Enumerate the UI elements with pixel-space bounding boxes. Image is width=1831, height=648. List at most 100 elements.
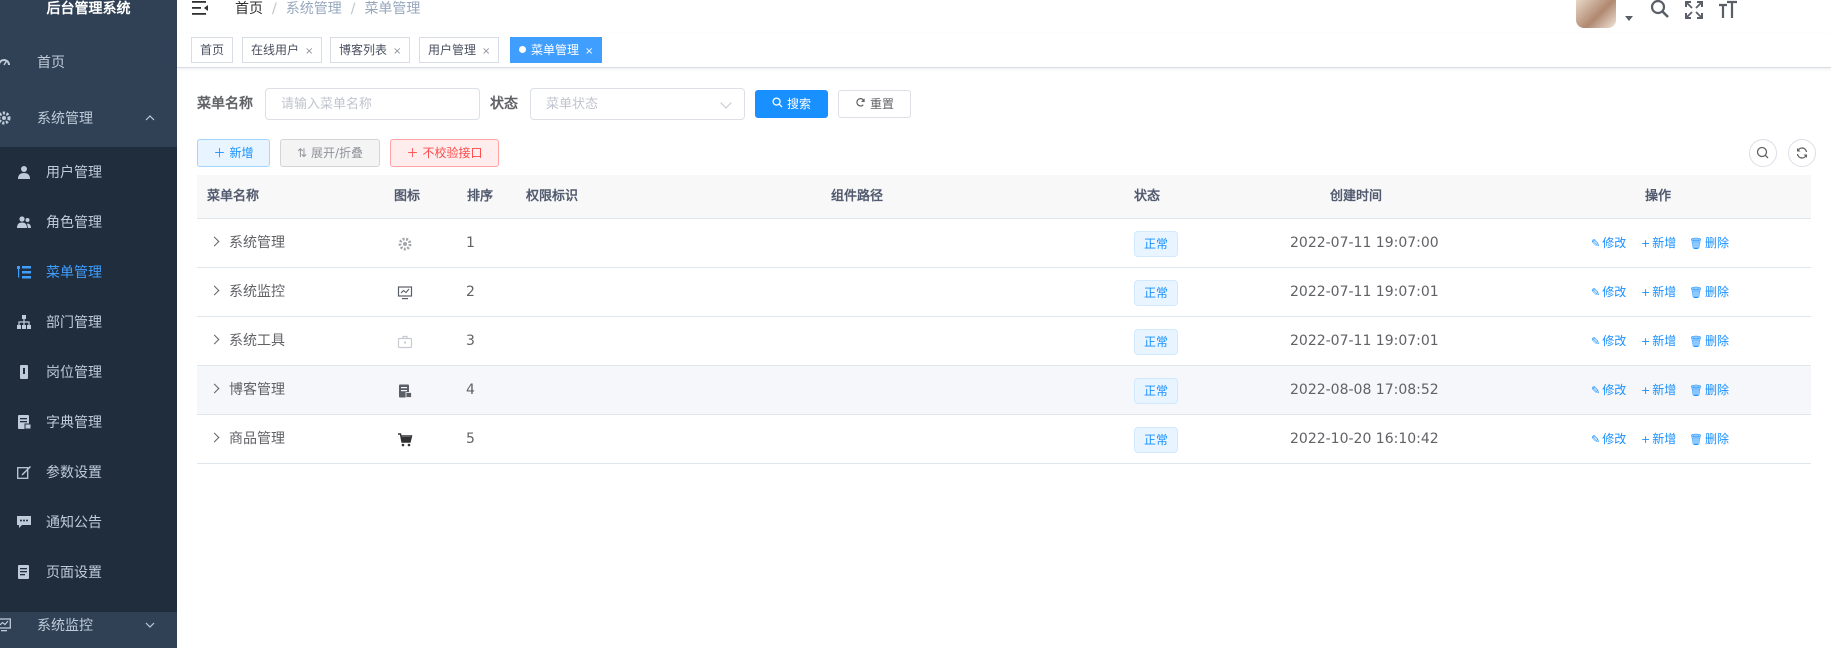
trash-icon: 🗑 — [1689, 384, 1703, 397]
chevron-right-icon[interactable] — [209, 334, 220, 345]
caret-down-icon[interactable] — [1625, 16, 1633, 21]
sidebar-item-user[interactable]: 用户管理 — [0, 147, 177, 197]
monitor-icon — [0, 618, 11, 632]
delete-button[interactable]: 🗑 删除 — [1689, 268, 1729, 317]
documentation-icon — [17, 565, 31, 579]
close-icon[interactable]: × — [393, 46, 401, 57]
expand-collapse-button[interactable]: ⇅ 展开/折叠 — [280, 139, 380, 167]
sidebar-item-monitor[interactable]: 系统监控 — [0, 600, 177, 648]
chevron-up-icon — [145, 113, 155, 124]
created-time-cell: 2022-10-20 16:10:42 — [1290, 431, 1439, 447]
tool-icon — [397, 334, 413, 350]
refresh-icon — [855, 97, 866, 111]
add-button-label: 新增 — [229, 146, 254, 160]
edit-button[interactable]: ✎ 修改 — [1591, 366, 1626, 415]
delete-button[interactable]: 🗑 删除 — [1689, 317, 1729, 366]
reset-button[interactable]: 重置 — [838, 90, 911, 118]
add-label: 新增 — [1652, 383, 1677, 397]
add-label: 新增 — [1652, 236, 1677, 250]
chevron-right-icon[interactable] — [209, 383, 220, 394]
dashboard-icon — [0, 55, 11, 69]
table-row[interactable]: 系统工具 3 正常 2022-07-11 19:07:01 ✎ 修改 + 新增 🗑 删… — [197, 317, 1811, 366]
delete-button[interactable]: 🗑 删除 — [1689, 366, 1729, 415]
tag-blog-list[interactable]: 博客列表 × — [330, 37, 411, 63]
sidebar-item-dept[interactable]: 部门管理 — [0, 297, 177, 347]
search-icon[interactable] — [1650, 0, 1670, 20]
sidebar-item-menu[interactable]: 菜单管理 — [0, 247, 177, 297]
close-icon[interactable]: × — [585, 46, 593, 57]
close-icon[interactable]: × — [305, 46, 313, 57]
edit-button[interactable]: ✎ 修改 — [1591, 415, 1626, 464]
plus-icon: + — [1641, 237, 1651, 250]
add-child-button[interactable]: + 新增 — [1641, 317, 1676, 366]
menu-name-cell: 博客管理 — [229, 382, 285, 398]
edit-button[interactable]: ✎ 修改 — [1591, 219, 1626, 268]
status-select[interactable] — [530, 88, 745, 120]
chevron-right-icon[interactable] — [209, 285, 220, 296]
delete-button[interactable]: 🗑 删除 — [1689, 219, 1729, 268]
avatar[interactable] — [1576, 0, 1616, 28]
tag-online-users[interactable]: 在线用户 × — [242, 37, 323, 63]
sidebar-item-post[interactable]: 岗位管理 — [0, 347, 177, 397]
search-button-label: 搜索 — [786, 97, 811, 111]
sidebar-item-config[interactable]: 参数设置 — [0, 447, 177, 497]
sidebar-item-notice[interactable]: 通知公告 — [0, 497, 177, 547]
breadcrumb-item: 系统管理 — [285, 1, 342, 17]
search-button[interactable]: 搜索 — [755, 90, 828, 118]
tag-menu-management[interactable]: 菜单管理 × — [510, 37, 603, 63]
add-child-button[interactable]: + 新增 — [1641, 268, 1676, 317]
edit-label: 修改 — [1602, 236, 1627, 250]
chevron-right-icon[interactable] — [209, 236, 220, 247]
add-button[interactable]: ＋新增 — [197, 139, 270, 167]
edit-button[interactable]: ✎ 修改 — [1591, 268, 1626, 317]
sidebar-item-dict[interactable]: 字典管理 — [0, 397, 177, 447]
table-row[interactable]: 博客管理 4 正常 2022-08-08 17:08:52 ✎ 修改 + 新增 🗑 删… — [197, 366, 1811, 415]
tree-icon — [17, 315, 31, 329]
trash-icon: 🗑 — [1689, 335, 1703, 348]
sidebar-item-system[interactable]: 系统管理 — [0, 93, 177, 143]
delete-button[interactable]: 🗑 删除 — [1689, 415, 1729, 464]
peoples-icon — [17, 215, 31, 229]
table-row[interactable]: 系统管理 1 正常 2022-07-11 19:07:00 ✎ 修改 + 新增 🗑 删… — [197, 219, 1811, 268]
chevron-right-icon[interactable] — [209, 432, 220, 443]
close-icon[interactable]: × — [482, 46, 490, 57]
status-badge: 正常 — [1134, 378, 1179, 404]
sidebar-item-home[interactable]: 首页 — [0, 37, 177, 87]
add-child-button[interactable]: + 新增 — [1641, 415, 1676, 464]
edit-icon: ✎ — [1591, 286, 1601, 299]
status-badge: 正常 — [1134, 231, 1179, 257]
plus-icon: ＋ — [406, 146, 419, 160]
sidebar-item-label: 通知公告 — [46, 515, 102, 531]
breadcrumb-item[interactable]: 首页 — [235, 1, 263, 17]
plus-icon: + — [1641, 433, 1651, 446]
tag-home[interactable]: 首页 — [191, 37, 234, 63]
add-child-button[interactable]: + 新增 — [1641, 366, 1676, 415]
hamburger-icon[interactable] — [192, 0, 210, 16]
menu-name-input[interactable] — [265, 88, 480, 120]
chevron-down-icon — [145, 620, 155, 631]
table-row[interactable]: 系统监控 2 正常 2022-07-11 19:07:01 ✎ 修改 + 新增 🗑 删… — [197, 268, 1811, 317]
plus-icon: ＋ — [213, 146, 226, 160]
plus-icon: + — [1641, 286, 1651, 299]
edit-icon — [17, 465, 31, 479]
sidebar-item-page[interactable]: 页面设置 — [0, 547, 177, 597]
delete-label: 删除 — [1704, 334, 1729, 348]
sidebar-item-label: 系统管理 — [37, 111, 93, 127]
font-size-icon[interactable] — [1718, 0, 1738, 20]
toggle-search-button[interactable] — [1749, 139, 1777, 167]
refresh-button[interactable] — [1788, 139, 1816, 167]
sidebar-item-label: 用户管理 — [46, 165, 102, 181]
tag-user-management[interactable]: 用户管理 × — [419, 37, 500, 63]
trash-icon: 🗑 — [1689, 433, 1703, 446]
status-badge: 正常 — [1134, 280, 1179, 306]
breadcrumb-item: 菜单管理 — [364, 1, 421, 17]
table-row[interactable]: 商品管理 5 正常 2022-10-20 16:10:42 ✎ 修改 + 新增 🗑 删… — [197, 415, 1811, 464]
sidebar-item-role[interactable]: 角色管理 — [0, 197, 177, 247]
active-dot-icon — [519, 46, 526, 53]
no-check-api-button[interactable]: ＋不校验接口 — [390, 139, 499, 167]
edit-button[interactable]: ✎ 修改 — [1591, 317, 1626, 366]
add-child-button[interactable]: + 新增 — [1641, 219, 1676, 268]
fullscreen-icon[interactable] — [1684, 0, 1704, 20]
tree-table-icon — [17, 265, 31, 279]
add-label: 新增 — [1652, 334, 1677, 348]
